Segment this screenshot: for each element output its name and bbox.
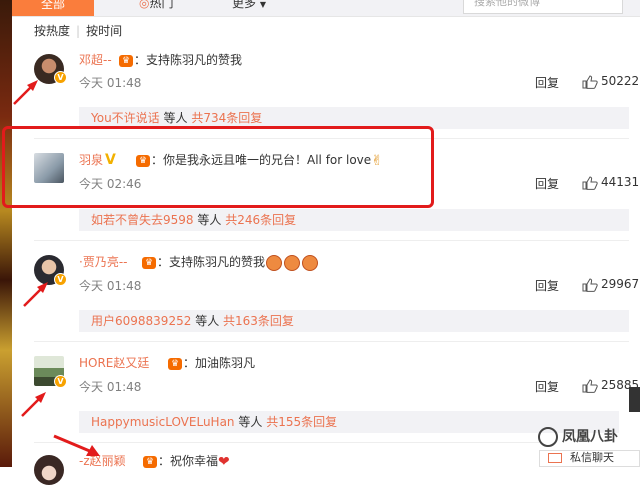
verified-icon: V — [54, 273, 67, 286]
sort-divider: | — [76, 24, 81, 38]
annotation-arrow — [21, 392, 46, 417]
vip-icon: ♛ — [142, 256, 156, 269]
annotation-arrow — [13, 80, 38, 105]
heart-emoji: ❤ — [218, 453, 230, 470]
like-count: 29967 — [601, 277, 640, 291]
thumbs-up-icon — [582, 74, 598, 89]
reply-button[interactable]: 回复 — [535, 378, 559, 395]
sort-by-time[interactable]: 按时间 — [86, 24, 122, 38]
tab-hot[interactable]: ◎热门 — [139, 0, 174, 10]
tab-more-label: 更多 — [232, 0, 257, 10]
watermark: 凤凰八卦 — [538, 426, 618, 447]
comment-username[interactable]: HORE赵又廷 — [79, 354, 149, 371]
reply-button[interactable]: 回复 — [535, 74, 559, 91]
thumbs-up-icon — [582, 378, 598, 393]
vip-icon: ♛ — [119, 54, 133, 67]
sub-reply-count[interactable]: 共734条回复 — [191, 111, 262, 125]
comment-text: ♛ ：支持陈羽凡的赞我 — [141, 253, 319, 271]
thumbs-up-icon — [582, 277, 598, 292]
wechat-icon — [538, 427, 558, 447]
reply-button[interactable]: 回复 — [535, 277, 559, 294]
comment-time: 今天 01:48 — [79, 279, 142, 293]
sort-by-heat[interactable]: 按热度 — [34, 24, 70, 38]
comment-username[interactable]: ·贾乃亮-- — [79, 253, 127, 270]
envelope-icon — [548, 453, 562, 463]
tab-hot-label: 热门 — [149, 0, 174, 10]
comment-text: ♛ ：支持陈羽凡的赞我 — [118, 51, 242, 68]
sub-reply-user[interactable]: 用户6098839252 — [91, 314, 191, 328]
sub-reply-mid: 等人 — [238, 415, 263, 429]
like-button[interactable]: 50222 — [582, 74, 639, 89]
annotation-arrow — [23, 282, 48, 307]
sub-reply-user[interactable]: HappymusicLOVELuHan — [91, 415, 235, 429]
thumbs-up-icon — [582, 175, 598, 190]
laugh-emoji — [284, 254, 301, 271]
vip-icon: ♛ — [143, 455, 157, 468]
sub-reply-count[interactable]: 共155条回复 — [266, 415, 337, 429]
laugh-emoji — [302, 254, 319, 271]
reply-button[interactable]: 回复 — [535, 175, 559, 192]
sub-reply-user[interactable]: You不许说话 — [91, 111, 160, 125]
sub-reply-count[interactable]: 共246条回复 — [225, 213, 296, 227]
annotation-arrow — [53, 434, 100, 456]
sub-replies[interactable]: 用户6098839252 等人 共163条回复 — [79, 310, 629, 332]
sort-options: 按热度 | 按时间 — [34, 22, 122, 39]
scrollbar[interactable] — [629, 387, 640, 412]
sub-reply-mid: 等人 — [197, 213, 222, 227]
chevron-down-icon: ▼ — [259, 0, 266, 9]
comment-time: 今天 01:48 — [79, 380, 142, 394]
laugh-emoji — [266, 254, 283, 271]
comment-text: ♛ ：加油陈羽凡 — [167, 354, 255, 371]
sub-reply-mid: 等人 — [195, 314, 220, 328]
divider — [34, 341, 629, 342]
private-chat-bar[interactable]: 私信聊天 — [539, 450, 640, 467]
verified-icon: V — [54, 375, 67, 388]
sub-reply-count[interactable]: 共163条回复 — [223, 314, 294, 328]
tab-more[interactable]: 更多 ▼ — [232, 0, 266, 10]
comment-time: 今天 01:48 — [79, 76, 142, 90]
like-button[interactable]: 29967 — [582, 277, 639, 292]
comment-username[interactable]: 邓超-- — [79, 51, 112, 68]
vip-icon: ♛ — [168, 357, 182, 370]
like-count: 44131 — [601, 175, 640, 189]
tab-bar: 全部 ◎热门 更多 ▼ 搜索他的微博 — [12, 0, 640, 17]
sub-replies[interactable]: 如若不曾失去9598 等人 共246条回复 — [79, 209, 629, 231]
verified-icon: V — [54, 71, 67, 84]
tab-all[interactable]: 全部 — [12, 0, 94, 16]
like-button[interactable]: 44131 — [582, 175, 639, 190]
sub-reply-user[interactable]: 如若不曾失去9598 — [91, 213, 194, 227]
like-count: 50222 — [601, 74, 640, 88]
divider — [34, 240, 629, 241]
background-strip — [0, 0, 12, 467]
search-input[interactable]: 搜索他的微博 — [463, 0, 623, 14]
divider — [34, 442, 539, 443]
highlight-box — [2, 126, 434, 208]
fire-icon: ◎ — [139, 0, 150, 10]
sub-reply-mid: 等人 — [163, 111, 188, 125]
comment-panel: 全部 ◎热门 更多 ▼ 搜索他的微博 按热度 | 按时间 V 邓超-- ♛ ：支持陈羽… — [2, 0, 640, 485]
